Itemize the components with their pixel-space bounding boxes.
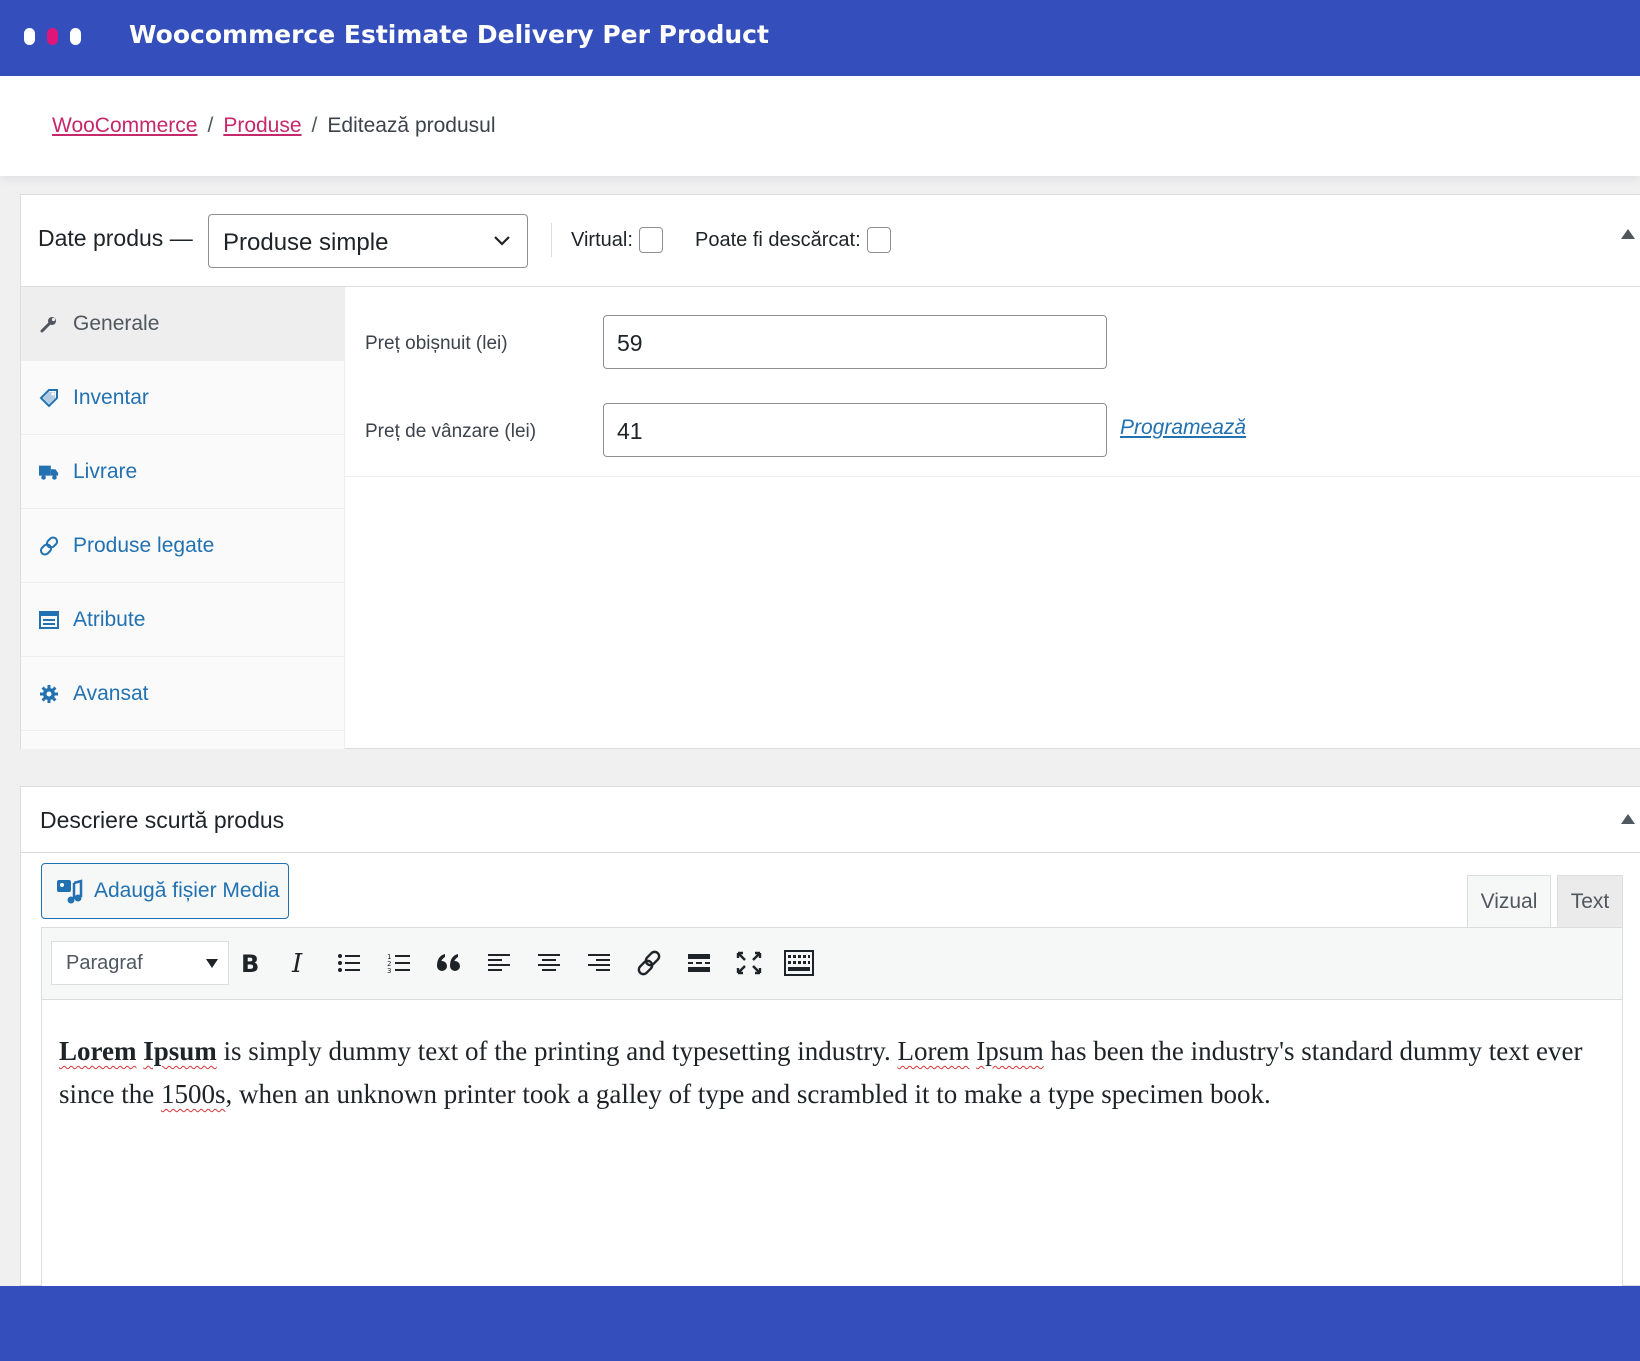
- downloadable-checkbox[interactable]: [866, 227, 891, 253]
- tab-label: Atribute: [73, 607, 146, 631]
- short-description-title: Descriere scurtă produs: [40, 807, 285, 833]
- tab-produse-legate[interactable]: Produse legate: [21, 509, 344, 583]
- collapse-toggle-icon[interactable]: [1621, 229, 1635, 239]
- window-minimize-dot[interactable]: [47, 28, 58, 45]
- svg-text:3: 3: [387, 967, 391, 974]
- tab-vizual[interactable]: Vizual: [1467, 875, 1551, 927]
- numbered-list-icon[interactable]: 123: [382, 946, 416, 980]
- gear-icon: [39, 684, 59, 704]
- product-data-header: Date produs — Produse simple Virtual: Po…: [21, 195, 1640, 287]
- bullet-list-icon[interactable]: [332, 946, 366, 980]
- virtual-label: Virtual:: [571, 228, 633, 251]
- add-media-button[interactable]: Adaugă fișier Media: [41, 863, 289, 919]
- content-word: 1500s: [160, 1079, 226, 1109]
- schedule-link[interactable]: Programează: [1120, 416, 1246, 440]
- format-select-value: Paragraf: [66, 952, 143, 974]
- breadcrumb-current: Editează produsul: [327, 114, 496, 137]
- align-center-icon[interactable]: [532, 946, 566, 980]
- window-maximize-dot[interactable]: [70, 28, 81, 45]
- content-word: Ipsum: [976, 1036, 1044, 1066]
- editor-content[interactable]: Lorem Ipsum is simply dummy text of the …: [42, 1000, 1622, 1146]
- media-icon: [57, 879, 83, 904]
- svg-text:I: I: [291, 951, 303, 975]
- product-type-select[interactable]: Produse simple: [208, 214, 528, 268]
- breadcrumb-separator: /: [311, 114, 318, 137]
- collapse-toggle-icon[interactable]: [1621, 814, 1635, 824]
- virtual-option[interactable]: Virtual:: [571, 227, 663, 253]
- tab-label: Inventar: [73, 385, 149, 409]
- rich-text-editor: Paragraf B I 123 Lorem Ipsum is simply d…: [41, 927, 1623, 1287]
- link-icon: [39, 535, 59, 556]
- wrench-icon: [39, 314, 59, 334]
- product-data-label: Date produs —: [38, 225, 193, 251]
- window-close-dot[interactable]: [24, 28, 35, 45]
- tab-generale[interactable]: Generale: [21, 287, 344, 361]
- tab-avansat[interactable]: Avansat: [21, 657, 344, 731]
- dropdown-arrow-icon: [206, 959, 218, 968]
- bold-icon[interactable]: B: [232, 946, 266, 980]
- link-icon[interactable]: [632, 946, 666, 980]
- tab-livrare[interactable]: Livrare: [21, 435, 344, 509]
- tab-text[interactable]: Text: [1557, 875, 1623, 927]
- short-description-panel: Descriere scurtă produs Adaugă fișier Me…: [20, 786, 1640, 1287]
- header-divider: [551, 223, 552, 257]
- add-media-label: Adaugă fișier Media: [94, 879, 280, 902]
- product-type-value: Produse simple: [223, 229, 389, 256]
- blockquote-icon[interactable]: [432, 946, 466, 980]
- tab-inventar[interactable]: Inventar: [21, 361, 344, 435]
- sale-price-input[interactable]: 41: [603, 403, 1107, 457]
- app-title: Woocommerce Estimate Delivery Per Produc…: [129, 20, 769, 49]
- window-controls: [24, 28, 81, 45]
- downloadable-option[interactable]: Poate fi descărcat:: [695, 227, 891, 253]
- breadcrumb-bar: WooCommerce / Produse / Editează produsu…: [0, 76, 1640, 176]
- tab-atribute[interactable]: Atribute: [21, 583, 344, 657]
- content-word: Lorem: [897, 1036, 970, 1066]
- product-data-tabs: Generale Inventar Livrare Produse legate…: [21, 287, 345, 749]
- align-right-icon[interactable]: [582, 946, 616, 980]
- align-left-icon[interactable]: [482, 946, 516, 980]
- breadcrumb: WooCommerce / Produse / Editează produsu…: [52, 114, 496, 138]
- chevron-down-icon: [494, 236, 510, 246]
- content-word: Ipsum: [143, 1036, 217, 1066]
- tab-label: Avansat: [73, 681, 149, 705]
- sale-price-row: Preț de vânzare (lei) 41 Programează: [345, 403, 1640, 463]
- tab-label: Produse legate: [73, 533, 215, 557]
- content-text: is simply dummy text of the printing and…: [216, 1036, 898, 1066]
- tab-label: Generale: [73, 311, 160, 335]
- regular-price-row: Preț obișnuit (lei) 59: [345, 315, 1640, 375]
- regular-price-input[interactable]: 59: [603, 315, 1107, 369]
- title-bar: Woocommerce Estimate Delivery Per Produc…: [0, 0, 1640, 76]
- content-text: , when an unknown printer took a galley …: [225, 1079, 1271, 1109]
- general-fields: Preț obișnuit (lei) 59 Preț de vânzare (…: [345, 287, 1640, 477]
- tag-icon: [39, 388, 59, 408]
- list-icon: [39, 610, 59, 630]
- tab-label: Livrare: [73, 459, 138, 483]
- breadcrumb-woocommerce[interactable]: WooCommerce: [52, 114, 197, 138]
- truck-icon: [39, 462, 59, 482]
- downloadable-label: Poate fi descărcat:: [695, 228, 861, 251]
- italic-icon[interactable]: I: [282, 946, 316, 980]
- breadcrumb-separator: /: [207, 114, 214, 137]
- short-description-header: Descriere scurtă produs: [21, 787, 1640, 853]
- fullscreen-icon[interactable]: [732, 946, 766, 980]
- content-word: Lorem: [59, 1036, 137, 1066]
- svg-text:B: B: [241, 951, 259, 975]
- read-more-icon[interactable]: [682, 946, 716, 980]
- toolbar-toggle-icon[interactable]: [782, 946, 816, 980]
- product-data-panel: Date produs — Produse simple Virtual: Po…: [20, 194, 1640, 749]
- breadcrumb-produse[interactable]: Produse: [223, 114, 301, 138]
- sale-price-label: Preț de vânzare (lei): [365, 421, 537, 442]
- bottom-bar: [0, 1286, 1640, 1361]
- virtual-checkbox[interactable]: [638, 227, 663, 253]
- format-select[interactable]: Paragraf: [51, 941, 229, 985]
- editor-toolbar: Paragraf B I 123: [42, 928, 1622, 1000]
- regular-price-label: Preț obișnuit (lei): [365, 333, 508, 354]
